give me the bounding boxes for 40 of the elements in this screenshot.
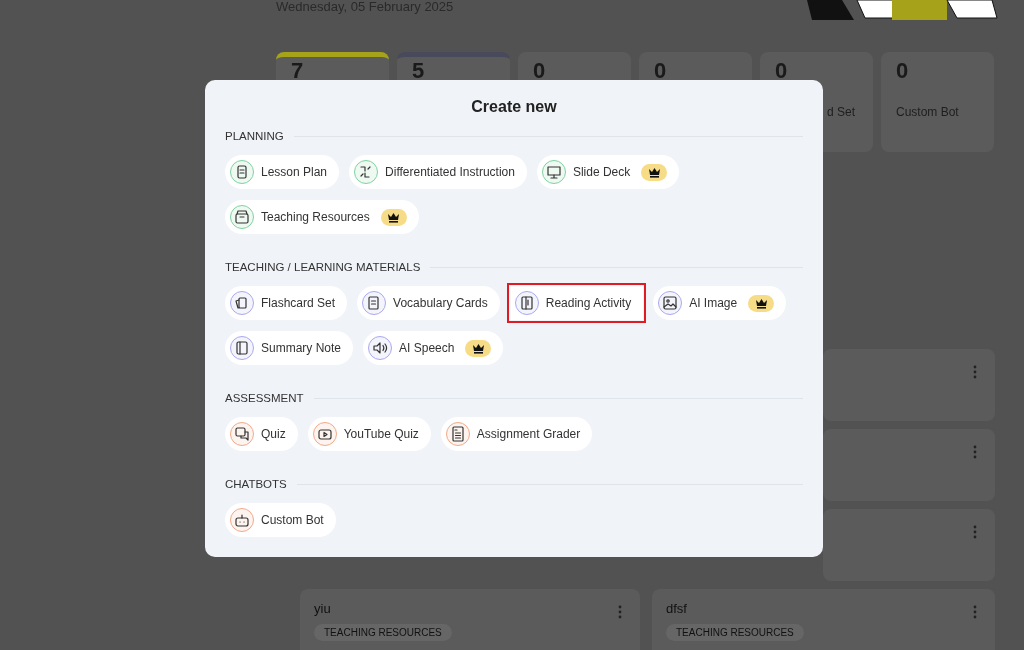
tool-chip[interactable]: Flashcard Set — [225, 286, 348, 320]
crown-icon — [387, 211, 401, 223]
card-title: dfsf — [666, 601, 687, 616]
category-tag: TEACHING RESOURCES — [314, 624, 452, 641]
tool-chip[interactable]: Differentiated Instruction — [349, 155, 527, 189]
tool-chip[interactable]: Teaching Resources — [225, 200, 419, 234]
tool-chip[interactable]: Custom Bot — [225, 503, 336, 537]
stat-value: 0 — [775, 59, 789, 83]
section-heading: PLANNING — [225, 130, 284, 142]
more-button[interactable] — [971, 443, 979, 461]
stat-label: d Set — [827, 105, 857, 119]
more-button[interactable] — [971, 603, 979, 621]
tool-chip[interactable]: Quiz — [225, 417, 298, 451]
more-button[interactable] — [971, 523, 979, 541]
more-button[interactable] — [616, 603, 624, 621]
crown-icon — [471, 342, 485, 354]
tool-chip[interactable]: Assignment Grader — [440, 417, 593, 451]
tool-chip[interactable]: Reading Activity — [509, 286, 644, 320]
more-button[interactable] — [971, 363, 979, 381]
section-heading: CHATBOTS — [225, 478, 287, 490]
stat-value: 0 — [533, 59, 547, 83]
category-tag: TEACHING RESOURCES — [666, 624, 804, 641]
tool-chip[interactable]: Summary Note — [225, 331, 354, 365]
tool-chip[interactable]: Slide Deck — [536, 155, 680, 189]
card-title: yiu — [314, 601, 331, 616]
stat-value: 5 — [412, 59, 426, 83]
stat-value: 7 — [291, 59, 305, 83]
dialog-title: Create new — [470, 98, 558, 116]
stat-value: 0 — [654, 59, 668, 83]
crown-icon — [754, 297, 768, 309]
stat-value: 0 — [896, 59, 910, 83]
tool-chip[interactable]: Lesson Plan — [225, 155, 340, 189]
tool-chip[interactable]: AI Speech — [363, 331, 504, 365]
section-heading: ASSESSMENT — [225, 392, 304, 404]
crown-icon — [647, 166, 661, 178]
tool-chip[interactable]: YouTube Quiz — [307, 417, 431, 451]
stat-label: Custom Bot — [896, 105, 960, 119]
section-heading: TEACHING / LEARNING MATERIALS — [225, 261, 421, 273]
tool-chip[interactable]: Vocabulary Cards — [357, 286, 500, 320]
tool-chip[interactable]: AI Image — [653, 286, 787, 320]
